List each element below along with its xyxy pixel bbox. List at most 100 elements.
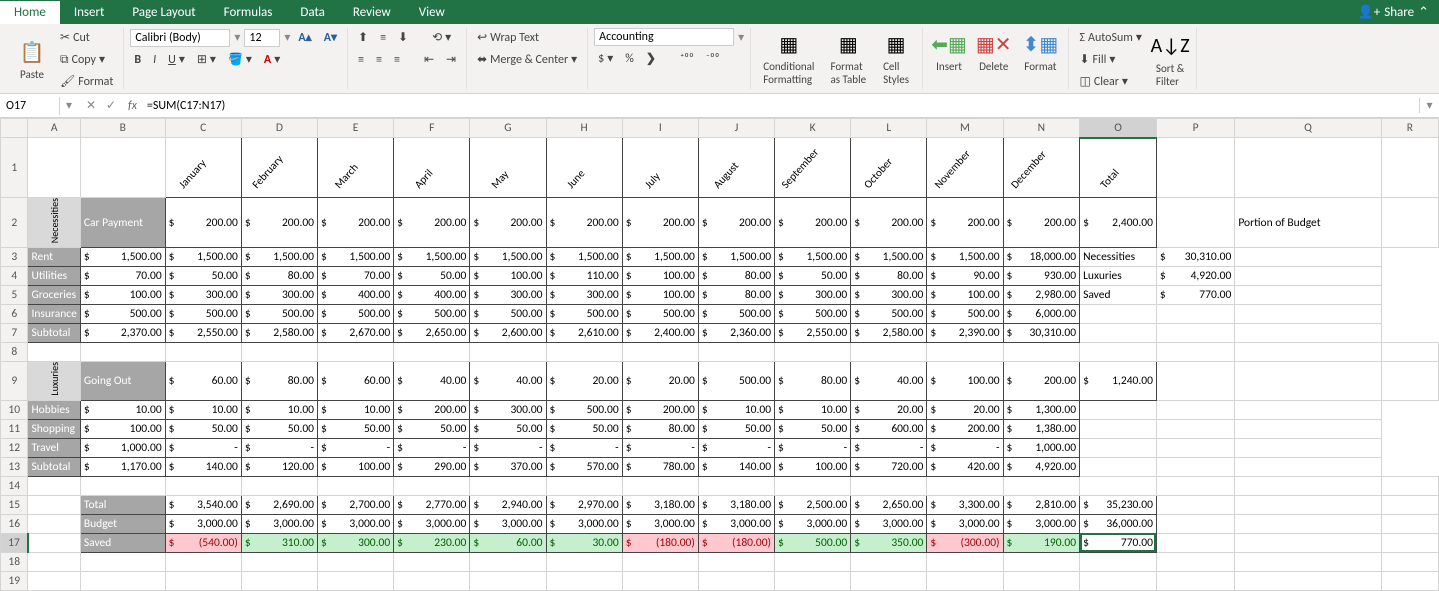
font-size-select[interactable] [244, 29, 280, 47]
cell[interactable]: 40.00 [470, 362, 546, 401]
row-header-18[interactable]: 18 [1, 552, 28, 571]
cell[interactable]: 50.00 [775, 267, 851, 286]
cell[interactable]: 50.00 [394, 419, 470, 438]
format-painter-button[interactable]: 🖌Format [56, 72, 117, 91]
cancel-icon[interactable]: ✕ [82, 98, 100, 113]
cell[interactable]: 1,500.00 [80, 248, 165, 267]
cell[interactable]: 200.00 [546, 198, 622, 248]
row-header-14[interactable]: 14 [1, 476, 28, 495]
cell[interactable]: 400.00 [318, 286, 394, 305]
cell[interactable]: 140.00 [698, 457, 774, 476]
cell[interactable]: 100.00 [622, 267, 698, 286]
cell[interactable]: 500.00 [775, 305, 851, 324]
row-header-12[interactable]: 12 [1, 438, 28, 457]
percent-button[interactable]: % [621, 50, 638, 68]
cell[interactable]: 2,770.00 [394, 495, 470, 514]
cell[interactable]: 3,000.00 [698, 514, 774, 533]
col-header-K[interactable]: K [775, 119, 851, 138]
cell[interactable]: - [851, 438, 927, 457]
cell[interactable]: 50.00 [318, 419, 394, 438]
cell[interactable]: 1,500.00 [165, 248, 241, 267]
cell[interactable]: 570.00 [546, 457, 622, 476]
cell[interactable]: 100.00 [80, 419, 165, 438]
cell[interactable]: 300.00 [318, 533, 394, 552]
cell[interactable]: 200.00 [394, 400, 470, 419]
cell[interactable]: 370.00 [470, 457, 546, 476]
cell[interactable]: 90.00 [927, 267, 1003, 286]
cell[interactable]: 3,000.00 [394, 514, 470, 533]
row-header-1[interactable]: 1 [1, 138, 28, 198]
cell[interactable]: 2,670.00 [318, 324, 394, 343]
accounting-button[interactable]: $▾ [594, 49, 617, 68]
cell[interactable]: 3,180.00 [698, 495, 774, 514]
cell[interactable]: 2,580.00 [851, 324, 927, 343]
align-bottom-button[interactable]: ⬇ [394, 28, 412, 47]
tab-home[interactable]: Home [0, 1, 60, 24]
align-right-button[interactable]: ≡ [390, 51, 404, 69]
row-header-19[interactable]: 19 [1, 571, 28, 590]
cell[interactable]: 2,550.00 [165, 324, 241, 343]
cell[interactable]: 2,980.00 [1003, 286, 1080, 305]
cell[interactable]: 2,810.00 [1003, 495, 1080, 514]
cell[interactable]: 200.00 [394, 198, 470, 248]
cell[interactable]: 10.00 [775, 400, 851, 419]
cell[interactable]: 50.00 [546, 419, 622, 438]
cell[interactable]: 3,000.00 [1003, 514, 1080, 533]
cell[interactable]: 200.00 [1003, 362, 1080, 401]
col-header-R[interactable]: R [1381, 119, 1438, 138]
cell[interactable]: 1,500.00 [546, 248, 622, 267]
increase-indent-button[interactable]: ⇥ [442, 50, 460, 69]
cell[interactable]: 80.00 [851, 267, 927, 286]
row-header-8[interactable]: 8 [1, 343, 28, 362]
cell[interactable]: 100.00 [775, 457, 851, 476]
align-center-button[interactable]: ≡ [372, 51, 386, 69]
cell[interactable]: 50.00 [165, 267, 241, 286]
cell[interactable]: 230.00 [394, 533, 470, 552]
cell[interactable]: 36,000.00 [1080, 514, 1157, 533]
cell[interactable]: 200.00 [927, 198, 1003, 248]
col-header-I[interactable]: I [622, 119, 698, 138]
cell[interactable]: 80.00 [698, 286, 774, 305]
decrease-indent-button[interactable]: ⇤ [420, 50, 438, 69]
comma-button[interactable]: ❯ [642, 49, 660, 68]
cell[interactable]: 50.00 [775, 419, 851, 438]
cell[interactable]: 100.00 [622, 286, 698, 305]
cell[interactable]: 80.00 [241, 362, 317, 401]
cell[interactable]: 200.00 [318, 198, 394, 248]
col-header-J[interactable]: J [698, 119, 774, 138]
cell[interactable]: 3,000.00 [165, 514, 241, 533]
cell[interactable]: 50.00 [394, 267, 470, 286]
cell[interactable]: 20.00 [927, 400, 1003, 419]
decrease-font-button[interactable]: A▾ [320, 28, 341, 47]
cell[interactable]: 300.00 [851, 286, 927, 305]
cell[interactable]: 2,580.00 [241, 324, 317, 343]
cell[interactable]: - [622, 438, 698, 457]
row-header-6[interactable]: 6 [1, 305, 28, 324]
cell[interactable]: 1,500.00 [927, 248, 1003, 267]
cell[interactable]: 3,000.00 [318, 514, 394, 533]
cell[interactable]: - [165, 438, 241, 457]
orientation-button[interactable]: ⟲▾ [428, 28, 455, 47]
cell[interactable]: 290.00 [394, 457, 470, 476]
cell[interactable]: 2,690.00 [241, 495, 317, 514]
cell[interactable]: 500.00 [318, 305, 394, 324]
cell[interactable]: 500.00 [394, 305, 470, 324]
cell[interactable]: 110.00 [546, 267, 622, 286]
cell[interactable]: 3,000.00 [622, 514, 698, 533]
align-left-button[interactable]: ≡ [354, 51, 368, 69]
cell[interactable]: 100.00 [470, 267, 546, 286]
cell[interactable]: 200.00 [1003, 198, 1080, 248]
cell[interactable]: 3,000.00 [927, 514, 1003, 533]
col-header-C[interactable]: C [165, 119, 241, 138]
cell[interactable]: 10.00 [241, 400, 317, 419]
increase-font-button[interactable]: A▴ [294, 28, 315, 47]
cell[interactable]: 200.00 [622, 400, 698, 419]
row-header-2[interactable]: 2 [1, 198, 28, 248]
cell[interactable]: 60.00 [318, 362, 394, 401]
cell[interactable]: 1,500.00 [851, 248, 927, 267]
enter-icon[interactable]: ✓ [102, 98, 120, 113]
cell[interactable]: 20.00 [622, 362, 698, 401]
cell[interactable]: 2,600.00 [470, 324, 546, 343]
font-color-button[interactable]: A▾ [260, 50, 284, 69]
cell[interactable]: 720.00 [851, 457, 927, 476]
